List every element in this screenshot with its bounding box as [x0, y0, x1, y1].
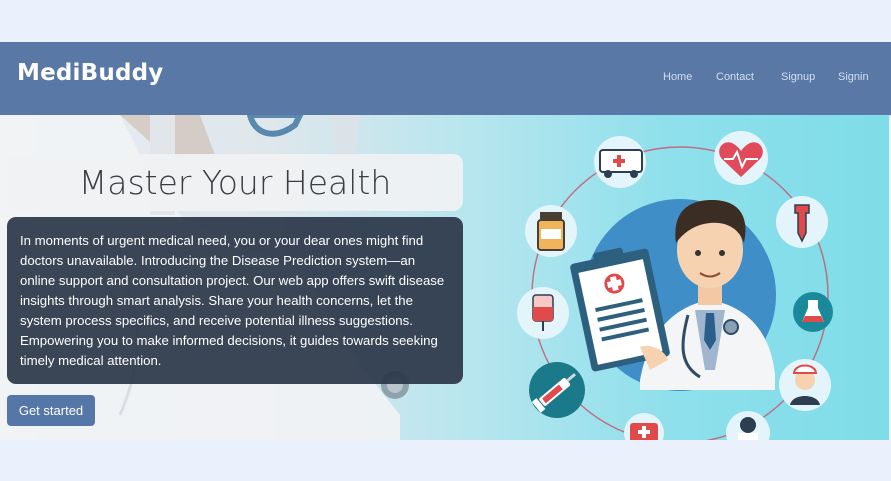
nav-links: Home Contact Signup Signin: [0, 71, 891, 91]
navbar: MediBuddy Home Contact Signup Signin: [0, 42, 891, 115]
dropper-icon: [776, 196, 828, 248]
hero-title: Master Your Health: [78, 163, 392, 202]
ambulance-icon: [594, 136, 646, 188]
iv-bag-icon: [517, 287, 569, 339]
first-aid-kit-icon: [624, 413, 664, 440]
medicine-bottle-icon: [525, 205, 577, 257]
nav-link-signup[interactable]: Signup: [781, 71, 815, 83]
hero-description-box: In moments of urgent medical need, you o…: [7, 217, 463, 384]
doctor-small-icon: [726, 411, 770, 440]
syringe-icon: [529, 362, 585, 418]
flask-icon: [793, 292, 833, 332]
nav-link-home[interactable]: Home: [663, 71, 692, 83]
heart-pulse-icon: [714, 131, 768, 185]
get-started-button[interactable]: Get started: [7, 395, 95, 426]
nav-link-contact[interactable]: Contact: [716, 71, 754, 83]
hero-description: In moments of urgent medical need, you o…: [20, 233, 445, 368]
nav-link-signin[interactable]: Signin: [838, 71, 869, 83]
hero-title-box: Master Your Health: [7, 154, 463, 211]
nurse-icon: [779, 359, 831, 411]
